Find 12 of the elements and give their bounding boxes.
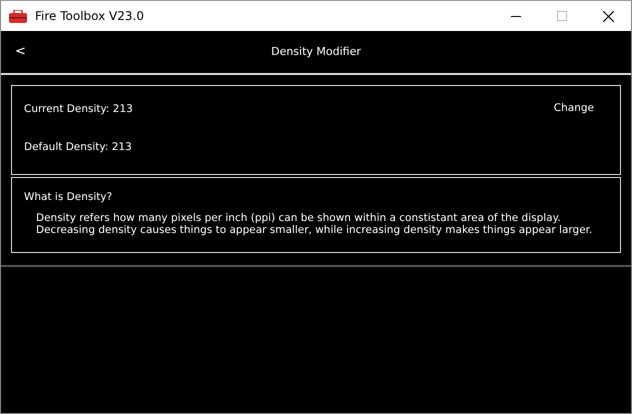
maximize-icon [557,11,567,21]
close-icon [602,10,614,22]
window-title: Fire Toolbox V23.0 [35,8,144,25]
page-title: Density Modifier [271,44,361,58]
info-heading: What is Density? [24,190,114,205]
toolbox-icon [9,10,27,22]
description-text: Density refers how many pixels per inch (ppi) can be shown within a constistant area of the display. [36,212,562,224]
description-text: Decreasing density causes things to appear smaller, while increasing density makes things appear larger. [36,224,594,237]
default-density-label: Default Density: 213 [24,140,133,155]
back-button[interactable]: < [9,44,32,58]
current-density-label: Current Density: 213 [24,102,133,117]
change-button[interactable]: Change [554,101,594,117]
